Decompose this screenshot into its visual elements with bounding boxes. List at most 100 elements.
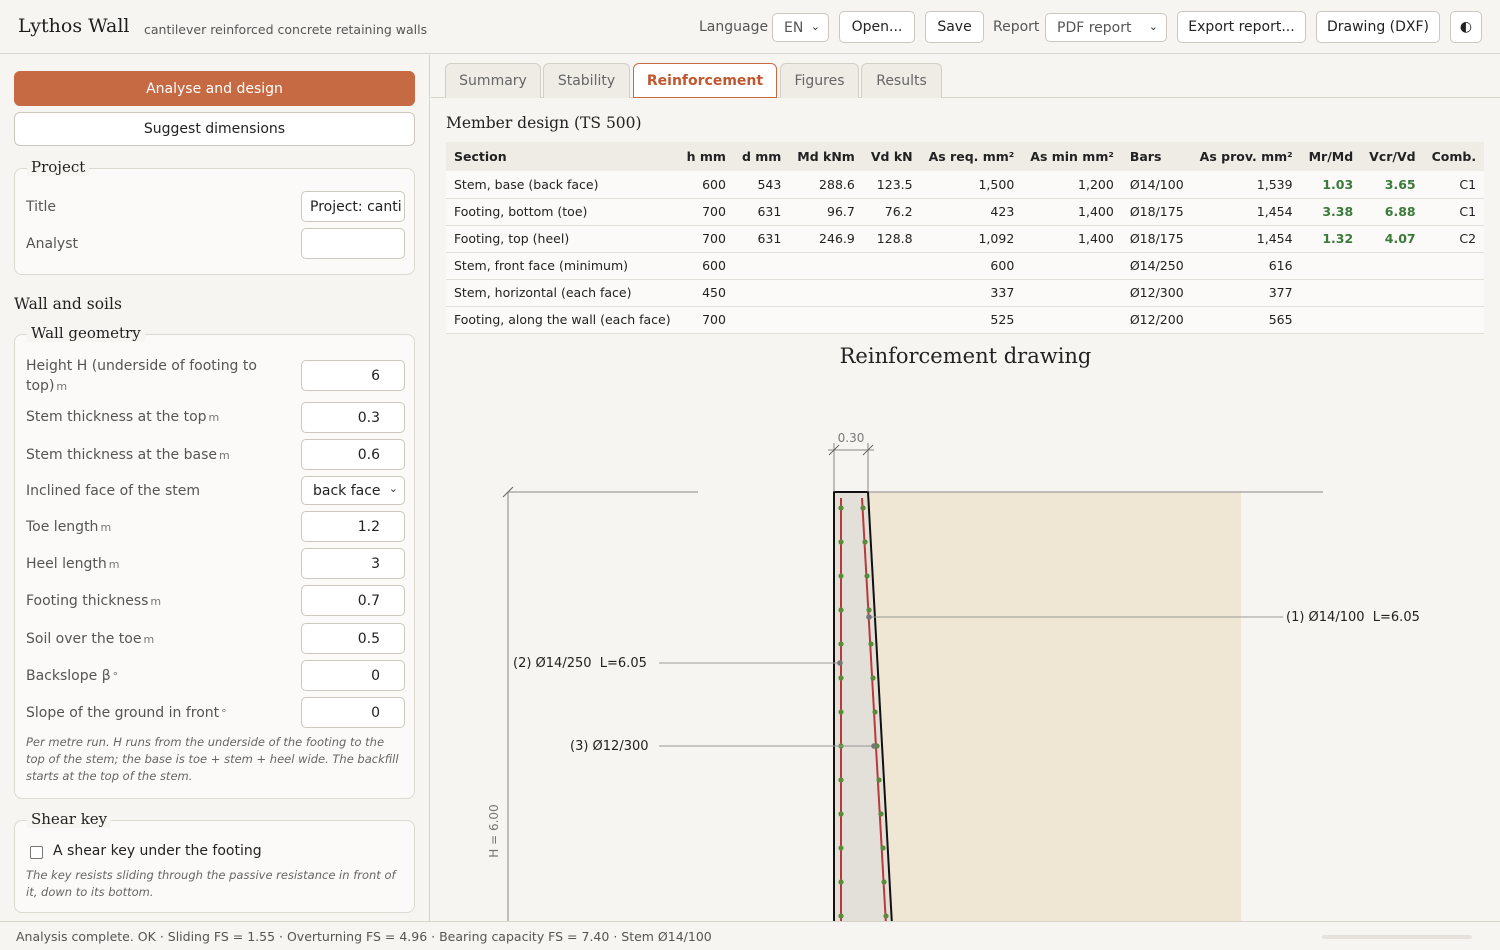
table-row: Stem, horizontal (each face) 450 337 Ø12…	[446, 279, 1485, 307]
suggest-dimensions-button[interactable]: Suggest dimensions	[14, 112, 415, 146]
height-label: Height H (underside of footing to top) m	[26, 358, 257, 394]
tab-summary[interactable]: Summary	[445, 63, 541, 98]
table-row: Footing, top (heel) 700 631 246.9 128.8 …	[446, 225, 1485, 253]
cell-as-prov: 616	[1191, 252, 1301, 280]
front-slope-input[interactable]: 0	[301, 697, 405, 728]
cell-comb: C2	[1423, 225, 1485, 253]
stem-base-label: Stem thickness at the base m	[26, 447, 230, 463]
cell-mr-md	[1300, 252, 1362, 280]
export-report-button[interactable]: Export report...	[1177, 11, 1306, 43]
reinforcement-panel: Member design (TS 500) Section h mm d mm…	[431, 99, 1500, 921]
callout-1-anchor	[866, 614, 872, 620]
col-bars: Bars	[1121, 142, 1192, 171]
height-input[interactable]: 6	[301, 360, 405, 391]
toe-length-input[interactable]: 1.2	[301, 511, 405, 542]
cell-d	[733, 279, 790, 307]
wall-geometry-legend: Wall geometry	[27, 324, 145, 342]
drawing-dxf-button[interactable]: Drawing (DXF)	[1316, 11, 1440, 43]
report-select[interactable]: PDF report ⌄	[1045, 13, 1167, 42]
cell-as-prov: 1,454	[1191, 225, 1301, 253]
status-bar: Analysis complete. OK · Sliding FS = 1.5…	[0, 921, 1500, 950]
title-input[interactable]: Project: canti	[301, 191, 405, 222]
soil-over-toe-input[interactable]: 0.5	[301, 623, 405, 654]
stem-base-input[interactable]: 0.6	[301, 439, 405, 470]
col-section: Section	[446, 142, 679, 171]
callout-3-label: (3) Ø12/300	[570, 739, 649, 754]
stem-top-input[interactable]: 0.3	[301, 402, 405, 433]
title-label: Title	[26, 199, 57, 215]
cell-d	[733, 306, 790, 334]
app-subtitle: cantilever reinforced concrete retaining…	[144, 22, 428, 37]
member-design-heading: Member design (TS 500)	[446, 114, 642, 132]
cell-as-prov: 1,539	[1191, 171, 1301, 199]
cell-as-req: 600	[920, 252, 1023, 280]
col-as-min: As min mm²	[1022, 142, 1122, 171]
inclined-face-label: Inclined face of the stem	[26, 483, 200, 499]
col-vd: Vd kN	[862, 142, 921, 171]
shear-key-note: The key resists sliding through the pass…	[26, 868, 396, 899]
status-progress-bar	[1322, 935, 1472, 939]
cell-as-req: 1,500	[920, 171, 1023, 199]
backfill-area	[868, 492, 1241, 921]
cell-as-req: 525	[920, 306, 1023, 334]
open-button[interactable]: Open...	[839, 11, 915, 43]
heel-length-label: Heel length m	[26, 556, 120, 572]
cell-d	[733, 252, 790, 280]
app-header: Lythos Wall cantilever reinforced concre…	[0, 0, 1500, 54]
tab-stability[interactable]: Stability	[543, 63, 630, 98]
col-mr-md: Mr/Md	[1300, 142, 1362, 171]
cell-bars: Ø12/300	[1121, 279, 1192, 307]
backslope-input[interactable]: 0	[301, 660, 405, 691]
cell-comb	[1423, 252, 1485, 280]
footing-thickness-input[interactable]: 0.7	[301, 585, 405, 616]
cell-bars: Ø14/250	[1121, 252, 1192, 280]
cell-as-prov: 1,454	[1191, 198, 1301, 226]
tab-reinforcement[interactable]: Reinforcement	[633, 63, 777, 98]
cell-as-min	[1022, 279, 1122, 307]
geometry-note: Per metre run. H runs from the underside…	[26, 735, 399, 783]
cell-vd	[862, 279, 921, 307]
footing-thickness-label: Footing thickness m	[26, 593, 162, 609]
cell-section: Footing, along the wall (each face)	[446, 306, 679, 334]
chevron-down-icon: ⌄	[388, 482, 398, 495]
cell-comb	[1423, 306, 1485, 334]
shear-key-fieldset: Shear key A shear key under the footing …	[14, 810, 415, 913]
tab-figures[interactable]: Figures	[780, 63, 859, 98]
sidebar: Analyse and design Suggest dimensions Pr…	[0, 55, 430, 921]
col-h: h mm	[678, 142, 734, 171]
inclined-face-value: back face	[313, 482, 381, 499]
dim-top-label: 0.30	[838, 431, 865, 445]
cell-vd: 123.5	[862, 171, 921, 199]
cell-d: 631	[733, 225, 790, 253]
cell-d: 631	[733, 198, 790, 226]
col-vcr-vd: Vcr/Vd	[1361, 142, 1424, 171]
language-label: Language	[699, 19, 769, 35]
cell-mr-md	[1300, 279, 1362, 307]
contrast-icon: ◐	[1459, 19, 1473, 35]
cell-md: 246.9	[789, 225, 863, 253]
col-as-req: As req. mm²	[920, 142, 1023, 171]
table-row: Footing, bottom (toe) 700 631 96.7 76.2 …	[446, 198, 1485, 226]
cell-md: 288.6	[789, 171, 863, 199]
heel-length-input[interactable]: 3	[301, 548, 405, 579]
language-select[interactable]: EN ⌄	[772, 13, 829, 42]
status-text: Analysis complete. OK · Sliding FS = 1.5…	[16, 929, 712, 944]
cell-vcr-vd: 6.88	[1361, 198, 1424, 226]
theme-toggle-button[interactable]: ◐	[1450, 11, 1482, 43]
cell-h: 700	[678, 225, 734, 253]
inclined-face-select[interactable]: back face ⌄	[301, 476, 405, 505]
analyse-design-button[interactable]: Analyse and design	[14, 71, 415, 106]
cell-as-min	[1022, 252, 1122, 280]
tab-results[interactable]: Results	[861, 63, 942, 98]
cell-section: Stem, horizontal (each face)	[446, 279, 679, 307]
cell-as-prov: 565	[1191, 306, 1301, 334]
cell-section: Footing, top (heel)	[446, 225, 679, 253]
chevron-down-icon: ⌄	[1148, 20, 1158, 33]
reinforcement-drawing: Reinforcement drawing 0.30 H = 6.00 (1) …	[431, 335, 1500, 921]
shear-key-checkbox-label[interactable]: A shear key under the footing	[53, 843, 262, 859]
save-button[interactable]: Save	[925, 11, 984, 43]
analyst-input[interactable]	[301, 228, 405, 259]
wall-soils-title: Wall and soils	[14, 295, 122, 313]
shear-key-checkbox[interactable]	[30, 846, 43, 859]
tab-bar: Summary Stability Reinforcement Figures …	[431, 55, 1500, 98]
